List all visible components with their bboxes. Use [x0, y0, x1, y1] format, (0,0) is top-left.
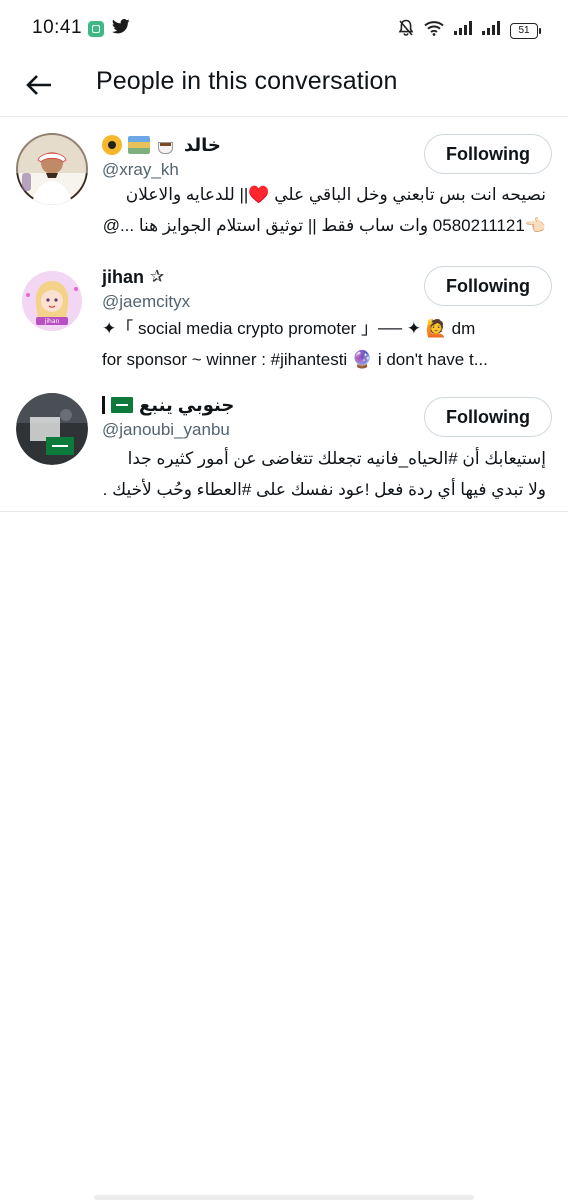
bio-line: ✦「 social media crypto promoter 」── ✦ 🙋 …: [102, 319, 476, 338]
twitter-bird-icon: [112, 19, 130, 39]
person-bio: إستيعابك أن #الحياه_فانيه تجعلك تتغاضى ع…: [102, 443, 546, 505]
list-item[interactable]: jihan jihan ✰ @jaemcityx Following ✦「 so…: [0, 249, 568, 381]
person-name: jihan: [102, 266, 145, 287]
status-time: 10:41: [32, 17, 83, 38]
bio-line: نصيحه انت بس تابعني وخل الباقي علي ♥️|| …: [125, 185, 546, 204]
person-handle: @jaemcityx: [102, 292, 191, 311]
person-name-line: جنوبي ينبع: [102, 393, 234, 417]
wifi-icon: [424, 20, 444, 41]
coffee-emoji-icon: [156, 136, 178, 154]
page-title: People in this conversation: [96, 67, 398, 95]
signal-icon: [482, 21, 500, 40]
status-bar: 10:41 51: [0, 0, 568, 58]
books-emoji-icon: [128, 136, 150, 154]
following-button[interactable]: Following: [424, 397, 552, 437]
mute-bell-icon: [398, 19, 414, 42]
person-handle: @janoubi_yanbu: [102, 420, 230, 439]
app-notification-icon: [88, 21, 104, 37]
list-item[interactable]: خالد @xray_kh Following نصيحه انت بس تاب…: [0, 117, 568, 249]
following-button[interactable]: Following: [424, 266, 552, 306]
bio-line: ولا تبدي فيها أي ردة فعل !عود نفسك على #…: [102, 480, 546, 499]
person-bio: ✦「 social media crypto promoter 」── ✦ 🙋 …: [102, 313, 546, 375]
people-list: خالد @xray_kh Following نصيحه انت بس تاب…: [0, 117, 568, 512]
saudi-flag-icon: [111, 397, 133, 413]
back-button[interactable]: [22, 68, 56, 102]
home-indicator: [94, 1195, 474, 1200]
avatar[interactable]: [16, 133, 88, 205]
status-left-icons: [88, 19, 130, 39]
svg-text:jihan: jihan: [44, 318, 60, 325]
bio-line: 👈🏻0580211121 وات ساب فقط || توثيق استلام…: [102, 216, 546, 235]
person-name-line: jihan ✰: [102, 265, 164, 289]
person-bio: نصيحه انت بس تابعني وخل الباقي علي ♥️|| …: [102, 179, 546, 241]
pipe-mark: [102, 396, 105, 414]
header: People in this conversation: [0, 58, 568, 117]
person-name: خالد: [184, 134, 221, 155]
star-icon: ✰: [150, 267, 165, 286]
person-handle: @xray_kh: [102, 160, 179, 179]
arrow-left-icon: [26, 75, 51, 95]
list-item[interactable]: جنوبي ينبع @janoubi_yanbu Following إستي…: [0, 381, 568, 511]
status-right-icons: 51: [398, 19, 541, 42]
bio-line: for sponsor ~ winner : #jihantesti 🔮 i d…: [102, 350, 488, 369]
person-name: جنوبي ينبع: [139, 394, 235, 415]
avatar[interactable]: [16, 393, 88, 465]
bio-line: إستيعابك أن #الحياه_فانيه تجعلك تتغاضى ع…: [127, 449, 546, 468]
battery-icon: 51: [510, 22, 541, 39]
radioactive-emoji-icon: [102, 135, 122, 155]
signal-icon: [454, 21, 472, 40]
following-button[interactable]: Following: [424, 134, 552, 174]
person-name-line: خالد: [102, 133, 221, 157]
avatar[interactable]: jihan: [16, 265, 88, 337]
